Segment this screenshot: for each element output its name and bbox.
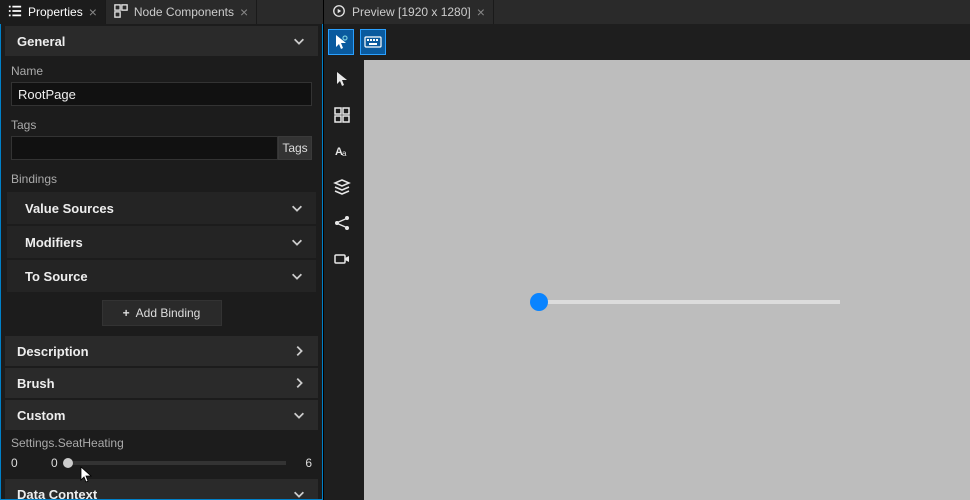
properties-panel: Properties × Node Components × General N… [0, 0, 324, 500]
preview-side-toolbar: Aa [324, 60, 360, 500]
right-tabbar: Preview [1920 x 1280] × [324, 0, 970, 24]
add-binding-label: Add Binding [136, 306, 201, 320]
chevron-down-icon [292, 487, 306, 500]
name-label: Name [1, 58, 322, 82]
tab-preview-label: Preview [1920 x 1280] [352, 5, 471, 19]
slider-track[interactable] [68, 455, 286, 471]
text-tool[interactable]: Aa [329, 138, 355, 164]
section-description[interactable]: Description [5, 336, 318, 366]
chevron-right-icon [292, 344, 306, 358]
canvas-wrap [360, 60, 970, 500]
tags-label: Tags [1, 112, 322, 136]
section-general-label: General [17, 34, 65, 49]
section-brush-label: Brush [17, 376, 55, 391]
add-binding-button[interactable]: + Add Binding [102, 300, 222, 326]
close-icon[interactable]: × [240, 5, 248, 19]
pointer-tool[interactable] [328, 29, 354, 55]
close-icon[interactable]: × [477, 5, 485, 19]
chevron-down-icon [292, 34, 306, 48]
components-icon [114, 4, 128, 21]
tab-node-components-label: Node Components [134, 5, 234, 19]
tab-properties[interactable]: Properties × [0, 0, 106, 24]
section-data-context-label: Data Context [17, 487, 97, 500]
chevron-down-icon [290, 201, 304, 215]
preview-body: Aa [324, 60, 970, 500]
list-icon [8, 4, 22, 21]
chevron-down-icon [290, 235, 304, 249]
tags-button[interactable]: Tags [278, 136, 312, 160]
section-brush[interactable]: Brush [5, 368, 318, 398]
tab-preview[interactable]: Preview [1920 x 1280] × [324, 0, 494, 24]
value-sources-label: Value Sources [25, 201, 114, 216]
to-source-label: To Source [25, 269, 88, 284]
slider-value: 0 [51, 456, 58, 470]
preview-area [360, 60, 970, 500]
tab-properties-label: Properties [28, 5, 83, 19]
name-input[interactable] [11, 82, 312, 106]
bindings-label: Bindings [1, 166, 322, 190]
slider-min: 0 [11, 456, 41, 470]
slider-handle[interactable] [63, 458, 73, 468]
layers-tool[interactable] [329, 174, 355, 200]
section-general[interactable]: General [5, 26, 318, 56]
slider-max: 6 [296, 456, 312, 470]
section-custom-label: Custom [17, 408, 65, 423]
play-icon [332, 4, 346, 21]
chevron-down-icon [292, 408, 306, 422]
camera-tool[interactable] [329, 246, 355, 272]
preview-panel: Preview [1920 x 1280] × Aa [324, 0, 970, 500]
plus-icon: + [123, 306, 130, 320]
properties-body: General Name Tags Tags Bindings Value So… [0, 24, 323, 500]
preview-slider-track[interactable] [539, 300, 840, 304]
modifiers-label: Modifiers [25, 235, 83, 250]
preview-top-toolbar [324, 24, 970, 60]
slider-row: 0 0 6 [11, 455, 312, 471]
svg-text:a: a [342, 149, 347, 158]
select-tool[interactable] [329, 66, 355, 92]
keyboard-tool[interactable] [360, 29, 386, 55]
left-tabbar: Properties × Node Components × [0, 0, 323, 24]
tags-input[interactable] [11, 136, 278, 160]
canvas[interactable] [364, 60, 970, 500]
close-icon[interactable]: × [89, 5, 97, 19]
section-modifiers[interactable]: Modifiers [7, 226, 316, 258]
preview-slider-handle[interactable] [530, 293, 548, 311]
section-data-context[interactable]: Data Context [5, 479, 318, 500]
chevron-down-icon [290, 269, 304, 283]
grid-tool[interactable] [329, 102, 355, 128]
tags-row: Tags [11, 136, 312, 160]
section-custom[interactable]: Custom [5, 400, 318, 430]
custom-slider-block: Settings.SeatHeating 0 0 6 [1, 432, 322, 477]
section-to-source[interactable]: To Source [7, 260, 316, 292]
section-description-label: Description [17, 344, 89, 359]
share-tool[interactable] [329, 210, 355, 236]
tab-node-components[interactable]: Node Components × [106, 0, 257, 24]
slider-label: Settings.SeatHeating [11, 436, 312, 450]
section-value-sources[interactable]: Value Sources [7, 192, 316, 224]
chevron-right-icon [292, 376, 306, 390]
